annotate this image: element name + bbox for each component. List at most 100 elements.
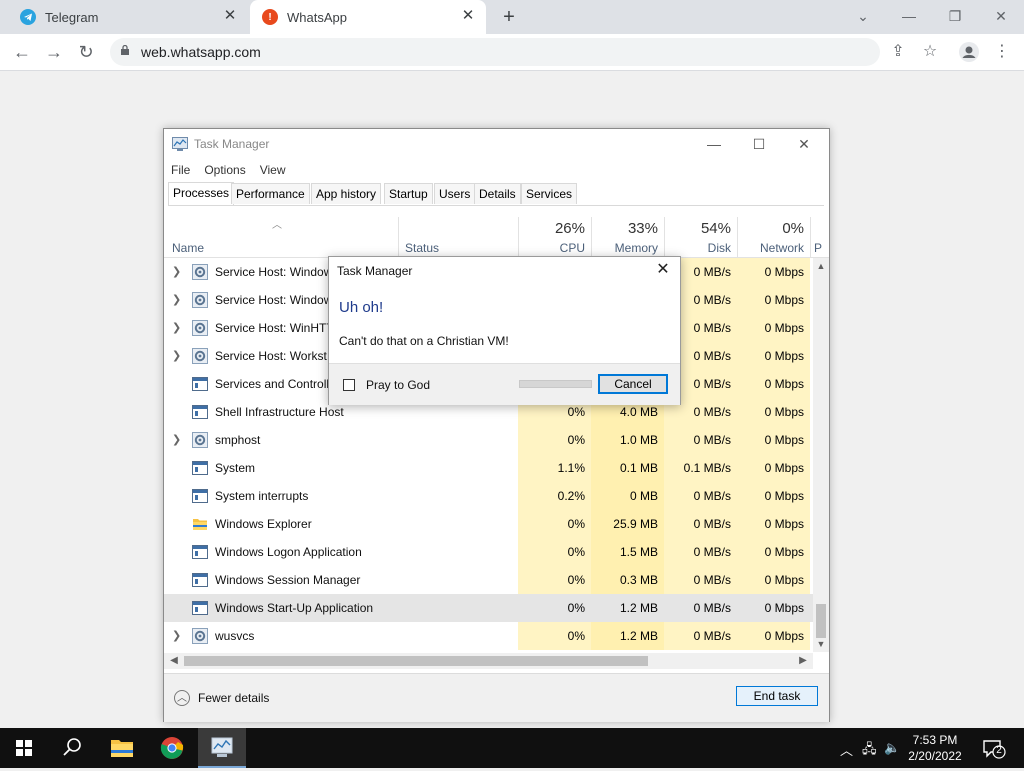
expand-chevron-icon[interactable]: ❯ xyxy=(172,293,182,307)
tab-users[interactable]: Users xyxy=(434,183,476,204)
tab-processes[interactable]: Processes xyxy=(168,182,235,205)
browser-tabstrip: Telegram ✕ ! WhatsApp ✕ + ⌄ — ❐ ✕ xyxy=(0,0,1024,34)
expand-chevron-icon[interactable]: ❯ xyxy=(172,321,182,335)
close-icon[interactable]: ✕ xyxy=(654,261,672,279)
expand-chevron-icon[interactable]: ❯ xyxy=(172,265,182,279)
memory-cell: 1.2 MB xyxy=(591,594,664,622)
task-manager-titlebar[interactable]: Task Manager — ☐ ✕ xyxy=(164,129,829,159)
windows-logo-icon xyxy=(16,740,32,756)
gear-icon xyxy=(192,292,208,308)
scroll-down-icon[interactable]: ▼ xyxy=(813,636,829,652)
tab-services[interactable]: Services xyxy=(521,183,578,204)
back-icon[interactable]: ← xyxy=(10,40,34,64)
start-button[interactable] xyxy=(0,728,48,768)
column-memory[interactable]: Memory xyxy=(591,241,658,255)
column-cpu[interactable]: CPU xyxy=(518,241,585,255)
maximize-icon[interactable]: ☐ xyxy=(739,133,779,155)
scrollbar-thumb[interactable] xyxy=(816,604,826,638)
table-row[interactable]: Windows Start-Up Application 0% 1.2 MB 0 MB… xyxy=(164,594,814,622)
tab-details[interactable]: Details xyxy=(474,183,521,204)
pray-checkbox[interactable] xyxy=(343,379,355,391)
cpu-cell: 0% xyxy=(518,426,591,454)
task-manager-taskbar-button[interactable] xyxy=(198,728,246,768)
end-task-button[interactable]: End task xyxy=(736,686,818,706)
share-icon[interactable]: ⇪ xyxy=(886,40,910,64)
address-bar[interactable]: web.whatsapp.com xyxy=(110,38,880,66)
scroll-up-icon[interactable]: ▲ xyxy=(813,258,829,274)
fewer-details-button[interactable]: ︿ Fewer details xyxy=(174,688,269,708)
tab-startup[interactable]: Startup xyxy=(384,183,433,204)
column-status[interactable]: Status xyxy=(405,241,439,255)
network-icon[interactable]: 🖧 xyxy=(862,740,877,762)
table-row[interactable]: Windows Session Manager 0% 0.3 MB 0 MB/s 0 M… xyxy=(164,566,814,594)
browser-toolbar: ← → ↻ web.whatsapp.com ⇪ ☆ ⋮ xyxy=(0,34,1024,71)
process-name: Service Host: WinHTT xyxy=(215,321,334,335)
url-text: web.whatsapp.com xyxy=(141,44,261,60)
dialog-title: Task Manager xyxy=(337,264,413,278)
reload-icon[interactable]: ↻ xyxy=(74,40,98,64)
menu-view[interactable]: View xyxy=(253,161,293,179)
horizontal-scrollbar[interactable]: ◀ ▶ xyxy=(164,653,813,669)
close-tab-icon[interactable]: ✕ xyxy=(460,8,476,24)
table-row[interactable]: System 1.1% 0.1 MB 0.1 MB/s 0 Mbps xyxy=(164,454,814,482)
expand-chevron-icon[interactable]: ❯ xyxy=(172,629,182,643)
scroll-right-icon[interactable]: ▶ xyxy=(795,653,811,669)
cpu-cell: 0.2% xyxy=(518,482,591,510)
pray-checkbox-label[interactable]: Pray to God xyxy=(366,378,430,392)
tab-bar: Processes Performance App history Startu… xyxy=(168,182,824,206)
process-name: Windows Start-Up Application xyxy=(215,601,374,615)
table-row[interactable]: ❯ smphost 0% 1.0 MB 0 MB/s 0 Mbps xyxy=(164,426,814,454)
menu-file[interactable]: File xyxy=(164,161,197,179)
table-row[interactable]: Windows Explorer 0% 25.9 MB 0 MB/s 0 Mbps xyxy=(164,510,814,538)
search-button[interactable] xyxy=(48,728,96,768)
close-window-icon[interactable]: ✕ xyxy=(988,4,1014,28)
clock-date: 2/20/2022 xyxy=(908,749,962,763)
memory-cell: 1.5 MB xyxy=(591,538,664,566)
gear-icon xyxy=(192,348,208,364)
disk-cell: 0 MB/s xyxy=(664,538,737,566)
tab-performance[interactable]: Performance xyxy=(231,183,310,204)
new-tab-icon[interactable]: + xyxy=(498,6,520,28)
tab-telegram[interactable]: Telegram ✕ xyxy=(8,0,248,34)
scrollbar-thumb[interactable] xyxy=(184,656,648,666)
expand-chevron-icon[interactable]: ❯ xyxy=(172,349,182,363)
column-disk[interactable]: Disk xyxy=(664,241,731,255)
file-explorer-button[interactable] xyxy=(98,728,146,768)
minimize-icon[interactable]: — xyxy=(694,133,734,155)
memory-cell: 1.2 MB xyxy=(591,622,664,650)
bookmark-star-icon[interactable]: ☆ xyxy=(918,40,942,64)
table-row[interactable]: Windows Logon Application 0% 1.5 MB 0 MB/s 0… xyxy=(164,538,814,566)
table-row[interactable]: System interrupts 0.2% 0 MB 0 MB/s 0 Mbps xyxy=(164,482,814,510)
chevron-up-icon[interactable]: ︿ xyxy=(840,740,853,759)
search-icon xyxy=(63,738,81,756)
tab-whatsapp[interactable]: ! WhatsApp ✕ xyxy=(250,0,486,34)
column-name[interactable]: Name xyxy=(172,241,204,255)
application-window-icon xyxy=(192,572,208,588)
expand-chevron-icon[interactable]: ❯ xyxy=(172,433,182,447)
volume-icon[interactable]: 🔈 xyxy=(884,740,900,756)
column-power[interactable]: P xyxy=(814,241,826,255)
process-name: Service Host: Windows xyxy=(215,265,339,279)
process-name: System xyxy=(215,461,256,475)
cancel-button[interactable]: Cancel xyxy=(598,374,668,394)
task-manager-window: Task Manager — ☐ ✕ File Options View Proce… xyxy=(163,128,830,722)
vertical-scrollbar[interactable]: ▲ ▼ xyxy=(813,258,829,652)
kebab-menu-icon[interactable]: ⋮ xyxy=(990,40,1014,64)
forward-icon[interactable]: → xyxy=(42,40,66,64)
close-window-icon[interactable]: ✕ xyxy=(784,133,824,155)
dialog-message: Can't do that on a Christian VM! xyxy=(339,334,509,348)
chrome-button[interactable] xyxy=(148,728,196,768)
menu-options[interactable]: Options xyxy=(197,161,252,179)
column-network[interactable]: Network xyxy=(737,241,804,255)
profile-avatar-icon[interactable] xyxy=(957,40,981,64)
tab-app-history[interactable]: App history xyxy=(311,183,382,204)
restore-icon[interactable]: ❐ xyxy=(942,4,968,28)
minimize-icon[interactable]: — xyxy=(896,4,922,28)
scroll-left-icon[interactable]: ◀ xyxy=(166,653,182,669)
memory-cell: 0.1 MB xyxy=(591,454,664,482)
notifications-button[interactable]: 2 xyxy=(982,739,1006,759)
close-tab-icon[interactable]: ✕ xyxy=(222,8,238,24)
chevron-down-icon[interactable]: ⌄ xyxy=(850,4,876,28)
system-clock[interactable]: 7:53 PM 2/20/2022 xyxy=(905,732,965,764)
table-row[interactable]: ❯ wusvcs 0% 1.2 MB 0 MB/s 0 Mbps xyxy=(164,622,814,650)
